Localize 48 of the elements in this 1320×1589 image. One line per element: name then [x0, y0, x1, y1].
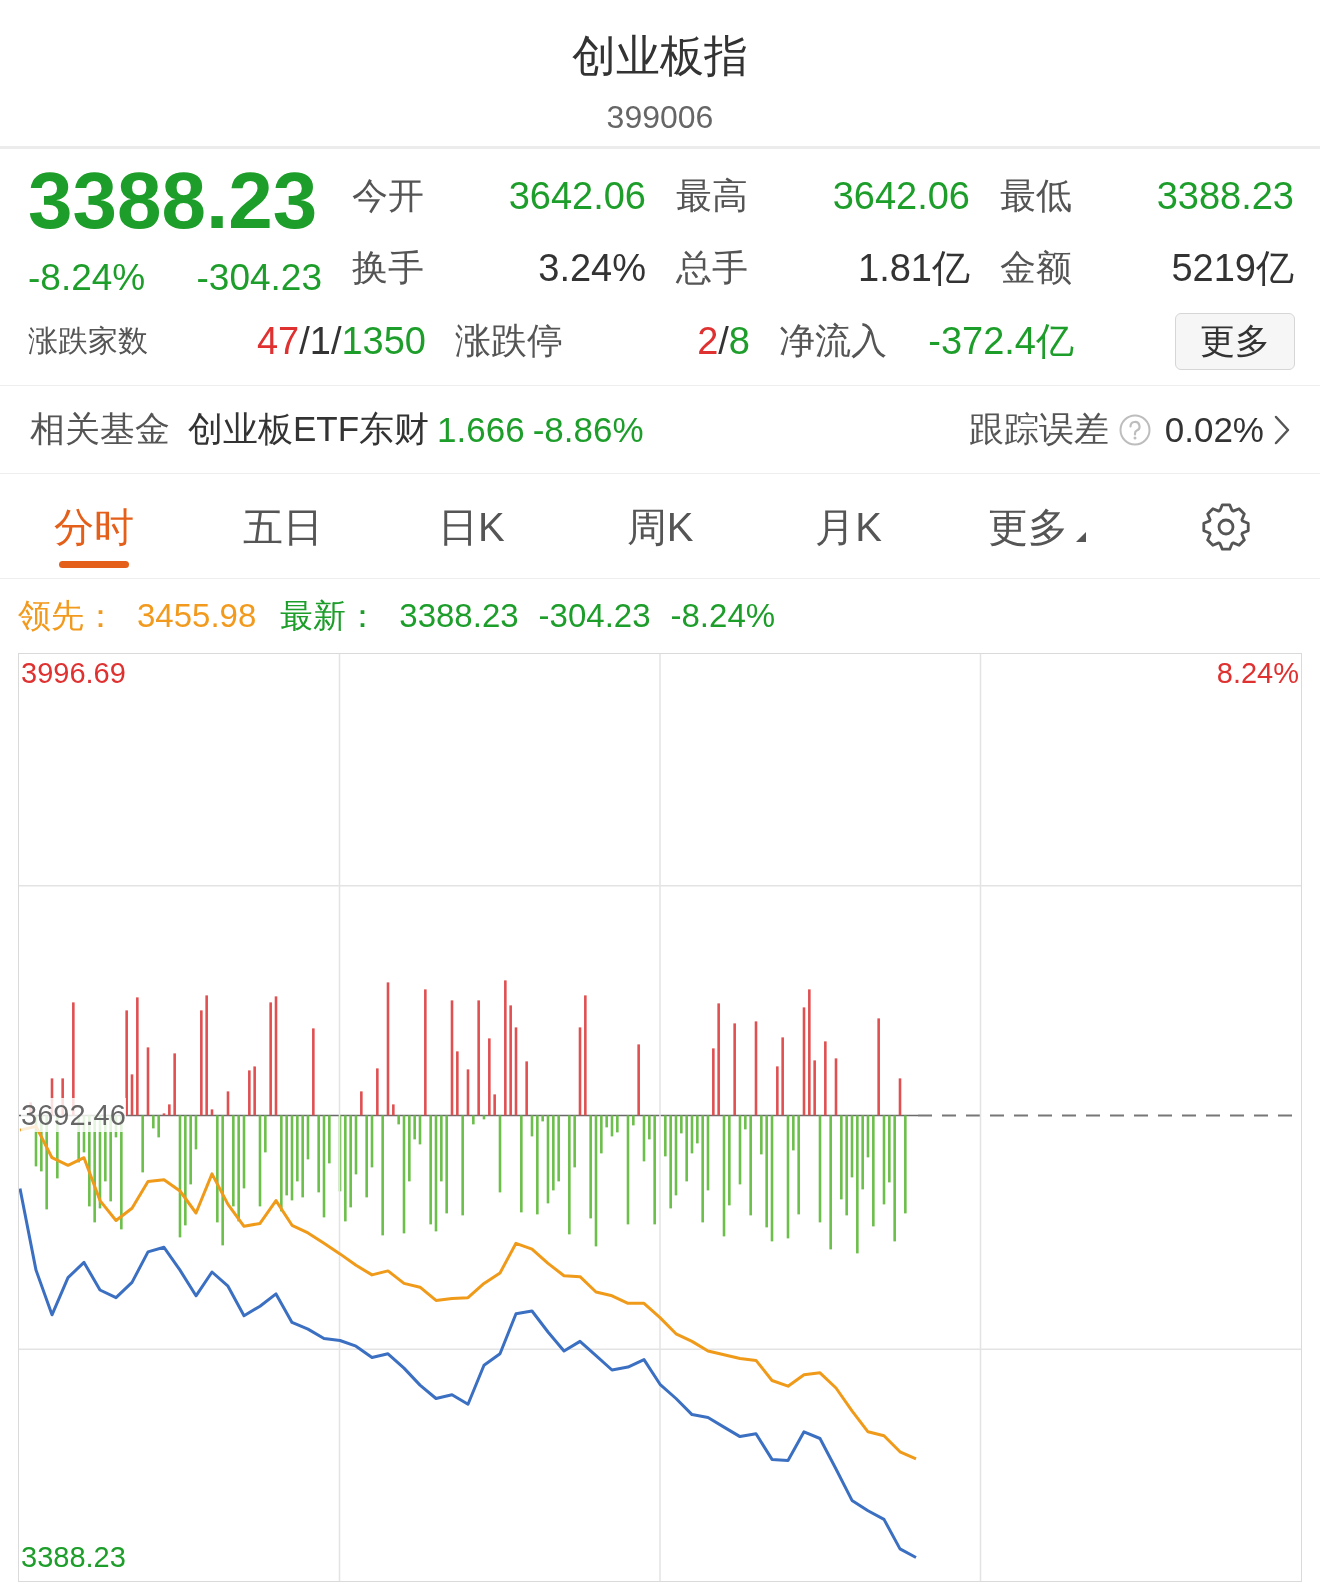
chart-tab[interactable]: 周K: [622, 502, 698, 552]
stat-label: 净流入: [779, 318, 887, 363]
caret-icon: [1076, 532, 1087, 542]
chart-tab[interactable]: 更多: [984, 502, 1091, 552]
legend-value: -304.23: [538, 597, 651, 635]
more-button[interactable]: 更多: [1175, 312, 1295, 370]
settings-icon: [1201, 503, 1250, 551]
stat-label: 涨跌停: [455, 318, 563, 363]
stat-value: 5219亿: [1171, 245, 1294, 291]
tracking-error-value: 0.02%: [1164, 409, 1264, 450]
stat-value: 3388.23: [1156, 174, 1294, 218]
settings-button[interactable]: [1201, 503, 1250, 551]
stat-label: 最低: [1000, 173, 1072, 218]
fund-price: 1.666: [437, 409, 525, 450]
fund-name[interactable]: 创业板ETF东财: [188, 406, 430, 453]
stat-value: 3642.06: [508, 174, 646, 218]
stat-value: 1.81亿: [858, 245, 970, 291]
tab-underline: [59, 561, 130, 568]
last-price: 3388.23: [28, 165, 318, 237]
stat-value: -372.4亿: [928, 318, 1074, 364]
fund-change: -8.86%: [532, 409, 644, 450]
stat-label: 今开: [352, 173, 424, 218]
chart-tab[interactable]: 月K: [811, 502, 886, 552]
stat-value: 2/8: [697, 319, 750, 363]
tracking-error-label: 跟踪误差: [968, 408, 1109, 450]
change-amount: -304.23: [196, 256, 322, 300]
stat-label: 金额: [1000, 245, 1072, 290]
legend-value: 3455.98: [137, 597, 257, 635]
stat-value: 47/1/1350: [256, 319, 426, 363]
legend-label: 领先：: [18, 595, 117, 636]
stat-label: 涨跌家数: [28, 322, 148, 359]
index-code: 399006: [606, 98, 714, 137]
chart-tab[interactable]: 五日: [238, 502, 327, 552]
legend-value: 3388.23: [399, 597, 519, 635]
stat-value: 3.24%: [538, 246, 646, 290]
chart-tab[interactable]: 日K: [434, 502, 509, 552]
legend-label: 最新：: [280, 595, 380, 636]
stat-value: 3642.06: [832, 174, 970, 218]
chevron-right-icon[interactable]: [1274, 414, 1290, 445]
change-percent: -8.24%: [28, 256, 146, 300]
price-axis-label: 3692.46: [21, 1098, 126, 1133]
stat-label: 总手: [676, 245, 748, 290]
related-fund-label: 相关基金: [30, 408, 170, 450]
stat-label: 最高: [676, 173, 748, 218]
index-title: 创业板指: [572, 30, 748, 82]
legend-value: -8.24%: [670, 597, 776, 635]
stat-label: 换手: [352, 245, 424, 290]
chart-tab[interactable]: 分时: [50, 502, 139, 568]
